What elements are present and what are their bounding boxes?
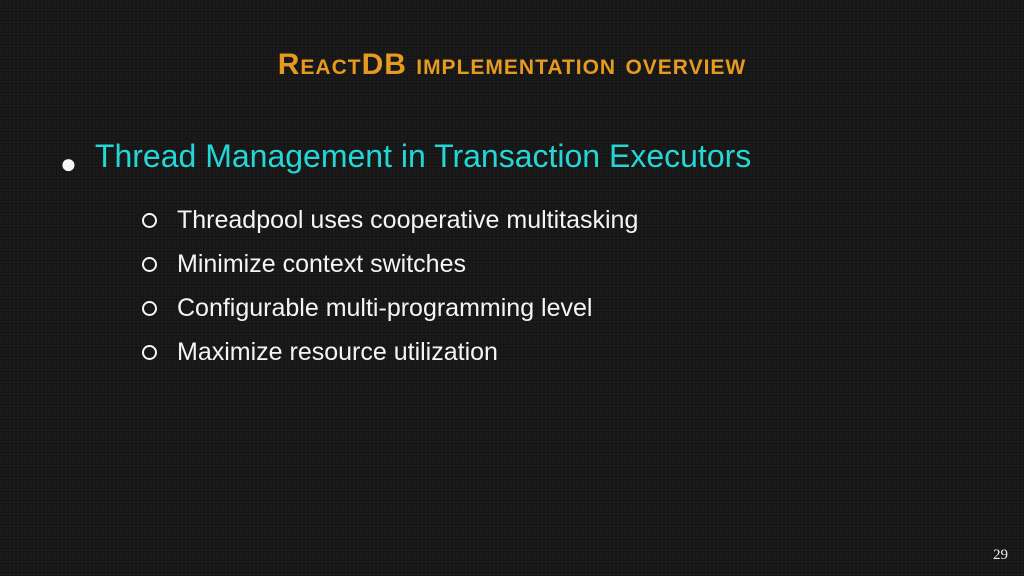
slide: ReactDB implementation overview ● Thread… [0,0,1024,576]
bullet-ring-icon [142,257,157,272]
sub-bullet-item: Maximize resource utilization [142,331,960,375]
sub-bullet-text: Maximize resource utilization [177,331,498,375]
bullet-ring-icon [142,213,157,228]
bullet-ring-icon [142,301,157,316]
sub-bullet-list: Threadpool uses cooperative multitasking… [142,199,960,374]
bullet-ring-icon [142,345,157,360]
sub-bullet-text: Minimize context switches [177,243,466,287]
slide-title: ReactDB implementation overview [64,48,960,82]
bullet-dot-icon: ● [60,142,77,185]
sub-bullet-text: Configurable multi-programming level [177,287,592,331]
sub-bullet-text: Threadpool uses cooperative multitasking [177,199,638,243]
sub-bullet-item: Threadpool uses cooperative multitasking [142,199,960,243]
bullet-main-text: Thread Management in Transaction Executo… [95,132,751,182]
bullet-main: ● Thread Management in Transaction Execu… [60,132,960,185]
sub-bullet-item: Configurable multi-programming level [142,287,960,331]
sub-bullet-item: Minimize context switches [142,243,960,287]
page-number: 29 [993,547,1008,564]
